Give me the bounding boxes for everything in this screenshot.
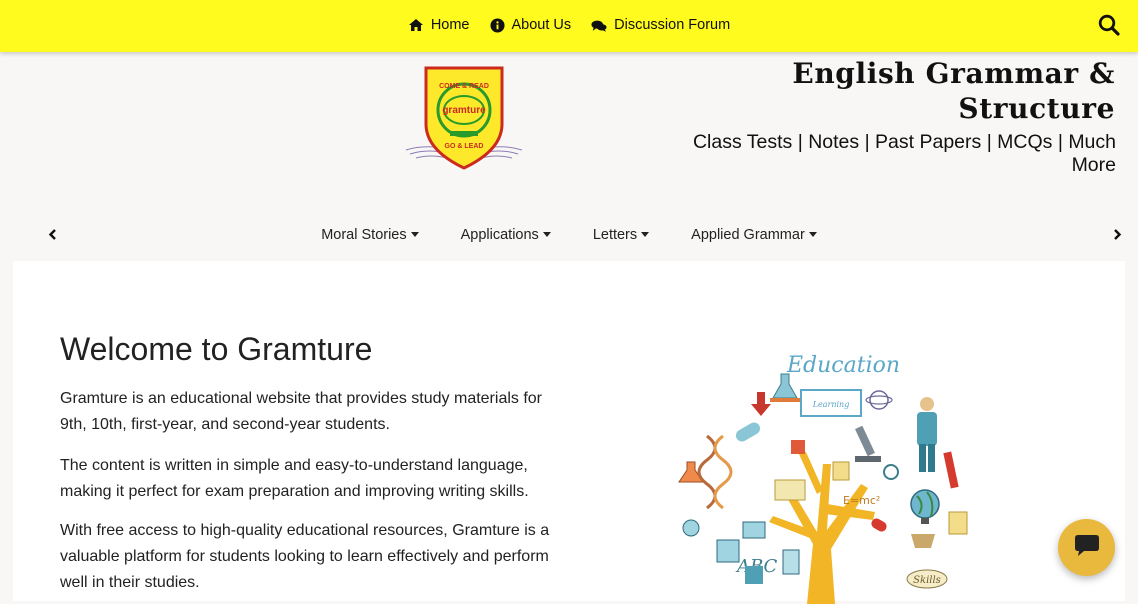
paragraph-line: making it perfect for exam preparation a… [60,483,529,500]
nav-forum-label: Discussion Forum [614,17,731,33]
category-label: Letters [592,227,638,243]
search-button[interactable] [1098,14,1120,41]
brand-title: English Grammar & Structure [755,56,1115,126]
education-illustration: Education Learning ABC [678,353,968,604]
caret-down-icon [641,232,650,237]
caret-down-icon [542,232,551,237]
caret-down-icon [410,232,419,237]
category-menu: Moral Stories Applications Letters Appli… [0,216,1138,254]
nav-discussion-forum[interactable]: Discussion Forum [591,17,730,33]
category-moral-stories[interactable]: Moral Stories [321,227,419,243]
chat-button[interactable] [1058,519,1115,576]
nav-home[interactable]: Home [408,17,470,33]
search-icon [1098,14,1120,40]
paragraph-line: valuable platform for students looking t… [60,548,549,565]
brand-subtitle-line1: Class Tests | Notes | Past Papers | MCQs… [692,131,1116,153]
chat-icon [1074,533,1100,562]
paragraph-line: Gramture is an educational website that … [60,390,543,407]
category-applied-grammar[interactable]: Applied Grammar [691,227,817,243]
category-letters[interactable]: Letters [592,227,650,243]
category-nav: Moral Stories Applications Letters Appli… [0,216,1138,254]
board-text: Learning [812,400,850,409]
home-icon [408,18,424,32]
brand-subtitle: Class Tests | Notes | Past Papers | MCQs… [686,131,1116,177]
top-nav: Home About Us Discussion Forum [0,0,1138,50]
comments-icon [591,19,607,32]
top-navbar: Home About Us Discussion Forum [0,0,1138,52]
page-title: Welcome to Gramture [60,331,373,367]
nav-about-label: About Us [511,17,572,33]
nav-about-us[interactable]: About Us [489,17,572,33]
chevron-right-icon [1113,228,1122,245]
paragraph-line: well in their studies. [60,574,200,591]
main-content: Welcome to Gramture Gramture is an educa… [13,261,1125,604]
formula-text: E=mc² [843,494,880,507]
brand-title-line1: English Grammar & [792,57,1115,90]
intro-paragraph-2: The content is written in simple and eas… [60,453,570,505]
scroll-right-button[interactable] [1113,228,1122,246]
intro-paragraph-1: Gramture is an educational website that … [60,386,570,438]
skills-text: Skills [913,575,941,586]
paragraph-line: 9th, 10th, first-year, and second-year s… [60,416,390,433]
category-applications[interactable]: Applications [461,227,551,243]
logo-shield-image: COME & READ gramture GO & LEAD [405,66,523,170]
brand-subtitle-line2: More [1071,154,1116,176]
nav-home-label: Home [430,17,470,33]
intro-paragraph-3: With free access to high-quality educati… [60,518,570,596]
category-label: Applied Grammar [691,227,805,243]
logo-center-text: gramture [442,105,486,116]
illustration-title: Education [786,353,900,378]
caret-down-icon [808,232,817,237]
info-icon [489,17,505,33]
category-label: Moral Stories [321,227,407,243]
brand-title-line2: Structure [958,92,1115,125]
site-logo[interactable]: COME & READ gramture GO & LEAD [402,64,526,176]
logo-bottom-text: GO & LEAD [445,143,484,150]
paragraph-line: The content is written in simple and eas… [60,457,528,474]
category-label: Applications [460,227,539,243]
logo-top-text: COME & READ [439,83,489,90]
paragraph-line: With free access to high-quality educati… [60,522,550,539]
